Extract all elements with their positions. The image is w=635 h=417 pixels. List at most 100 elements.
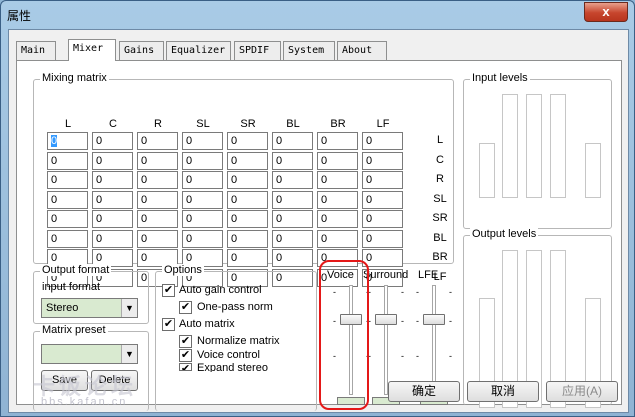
auto-gain-checkbox[interactable]: ✔ bbox=[162, 284, 175, 297]
matrix-cell-input[interactable]: 0 bbox=[137, 190, 178, 209]
tab-mixer[interactable]: Mixer bbox=[68, 39, 116, 61]
auto-matrix-label: Auto matrix bbox=[179, 318, 235, 330]
matrix-cell-input[interactable]: 0 bbox=[182, 210, 223, 228]
matrix-cell-input[interactable]: 0 bbox=[272, 151, 313, 170]
lfe-slider-thumb[interactable] bbox=[423, 314, 445, 325]
matrix-cell-input[interactable]: 0 bbox=[92, 132, 133, 150]
matrix-cell-input[interactable]: 0 bbox=[362, 210, 403, 228]
matrix-cell-input[interactable]: 0 bbox=[47, 151, 88, 170]
matrix-cell-input[interactable]: 0 bbox=[137, 151, 178, 170]
matrix-cell-input[interactable]: 0 bbox=[47, 210, 88, 228]
matrix-cell-input[interactable]: 0 bbox=[362, 151, 403, 170]
matrix-cell-input[interactable]: 0 bbox=[227, 132, 268, 150]
chevron-down-icon[interactable]: ▼ bbox=[121, 299, 137, 317]
matrix-preset-select[interactable]: ▼ bbox=[41, 344, 138, 364]
matrix-cell-input[interactable]: 0 bbox=[92, 171, 133, 189]
voice-control-checkbox[interactable]: ✔ bbox=[179, 349, 192, 362]
surround-slider-track[interactable] bbox=[384, 285, 388, 395]
matrix-cell-value: 0 bbox=[51, 232, 58, 245]
matrix-cell-input[interactable]: 0 bbox=[362, 171, 403, 189]
one-pass-checkbox[interactable]: ✔ bbox=[179, 301, 192, 314]
matrix-preset-legend: Matrix preset bbox=[40, 324, 108, 336]
matrix-cell-value: 0 bbox=[276, 213, 283, 225]
matrix-cell-input[interactable]: 0 bbox=[137, 132, 178, 150]
matrix-cell-value: 0 bbox=[96, 193, 103, 206]
chevron-down-icon[interactable]: ▼ bbox=[121, 345, 137, 363]
matrix-cell-input[interactable]: 0 bbox=[362, 229, 403, 248]
matrix-cell-input[interactable]: 0 bbox=[362, 190, 403, 209]
matrix-cell-input[interactable]: 0 bbox=[227, 190, 268, 209]
matrix-cell-input[interactable]: 0 bbox=[182, 132, 223, 150]
matrix-cell-input[interactable]: 0 bbox=[182, 171, 223, 189]
lfe-slider-label: LFE bbox=[418, 269, 439, 281]
slider-tick-mark: - bbox=[401, 351, 404, 361]
expand-stereo-checkbox[interactable]: ✔ bbox=[179, 363, 192, 371]
matrix-cell-input[interactable]: 0 bbox=[317, 151, 358, 170]
tab-gains[interactable]: Gains bbox=[119, 41, 164, 60]
matrix-cell-input[interactable]: 0 bbox=[92, 151, 133, 170]
matrix-cell-input[interactable]: 0 bbox=[227, 171, 268, 189]
matrix-cell-input[interactable]: 0 bbox=[317, 229, 358, 248]
window-title: 属性 bbox=[7, 9, 32, 23]
auto-matrix-checkbox[interactable]: ✔ bbox=[162, 318, 175, 331]
matrix-cell-input[interactable]: 0 bbox=[362, 249, 403, 267]
input-level-bar bbox=[550, 94, 566, 198]
matrix-cell-input[interactable]: 0 bbox=[362, 132, 403, 150]
matrix-cell-input[interactable]: 0 bbox=[272, 132, 313, 150]
apply-button[interactable]: 应用(A) bbox=[546, 381, 618, 402]
matrix-cell-input[interactable]: 0 bbox=[47, 132, 88, 150]
matrix-cell-input[interactable]: 0 bbox=[272, 190, 313, 209]
matrix-cell-input[interactable]: 0 bbox=[47, 229, 88, 248]
slider-tick-mark: - bbox=[449, 316, 452, 326]
matrix-cell-input[interactable]: 0 bbox=[272, 229, 313, 248]
matrix-cell-input[interactable]: 0 bbox=[317, 132, 358, 150]
matrix-cell-input[interactable]: 0 bbox=[317, 210, 358, 228]
matrix-cell-input[interactable]: 0 bbox=[92, 210, 133, 228]
output-format-legend: Output format bbox=[40, 264, 112, 276]
matrix-cell-input[interactable]: 0 bbox=[317, 171, 358, 189]
matrix-cell-input[interactable]: 0 bbox=[137, 210, 178, 228]
tab-equalizer[interactable]: Equalizer bbox=[166, 41, 231, 60]
lfe-slider-track[interactable] bbox=[432, 285, 436, 395]
matrix-cell-input[interactable]: 0 bbox=[47, 190, 88, 209]
matrix-cell-input[interactable]: 0 bbox=[227, 229, 268, 248]
matrix-cell-input[interactable]: 0 bbox=[227, 210, 268, 228]
matrix-cell-input[interactable]: 0 bbox=[47, 171, 88, 189]
surround-slider-thumb[interactable] bbox=[375, 314, 397, 325]
tab-spdif[interactable]: SPDIF bbox=[234, 41, 281, 60]
matrix-cell-input[interactable]: 0 bbox=[272, 171, 313, 189]
matrix-cell-input[interactable]: 0 bbox=[182, 190, 223, 209]
input-format-select[interactable]: Stereo ▼ bbox=[41, 298, 138, 318]
tab-system[interactable]: System bbox=[283, 41, 335, 60]
ok-button[interactable]: 确定 bbox=[388, 381, 460, 402]
matrix-cell-value: 0 bbox=[186, 135, 193, 147]
matrix-cell-input[interactable]: 0 bbox=[317, 190, 358, 209]
matrix-cell-input[interactable]: 0 bbox=[137, 171, 178, 189]
matrix-cell-input[interactable]: 0 bbox=[182, 151, 223, 170]
matrix-cell-input[interactable]: 0 bbox=[182, 229, 223, 248]
matrix-cell-input[interactable]: 0 bbox=[92, 190, 133, 209]
matrix-cell-input[interactable]: 0 bbox=[272, 249, 313, 267]
surround-slider-label: Surround bbox=[363, 269, 409, 281]
tab-about[interactable]: About bbox=[337, 41, 387, 60]
matrix-cell-input[interactable]: 0 bbox=[92, 229, 133, 248]
matrix-row-header: SL bbox=[433, 192, 447, 205]
normalize-checkbox[interactable]: ✔ bbox=[179, 335, 192, 348]
matrix-column-header: LF bbox=[376, 118, 390, 130]
close-button[interactable]: x bbox=[584, 2, 628, 22]
watermark-url: bbs.kafan.cn bbox=[41, 396, 128, 408]
matrix-cell-input[interactable]: 0 bbox=[272, 210, 313, 228]
matrix-cell-input[interactable]: 0 bbox=[227, 151, 268, 170]
matrix-cell-value: 0 bbox=[51, 252, 58, 264]
input-format-value: Stereo bbox=[46, 302, 79, 314]
matrix-cell-input[interactable]: 0 bbox=[137, 229, 178, 248]
matrix-cell-value: 0 bbox=[96, 232, 103, 245]
matrix-cell-value: 0 bbox=[231, 252, 238, 264]
cancel-button[interactable]: 取消 bbox=[467, 381, 539, 402]
matrix-cell-value: 0 bbox=[141, 193, 148, 206]
tab-main[interactable]: Main bbox=[16, 41, 56, 60]
matrix-cell-value: 0 bbox=[366, 252, 373, 264]
matrix-cell-value: 0 bbox=[96, 174, 103, 186]
options-legend: Options bbox=[162, 264, 204, 276]
matrix-cell-input[interactable]: 0 bbox=[227, 249, 268, 267]
